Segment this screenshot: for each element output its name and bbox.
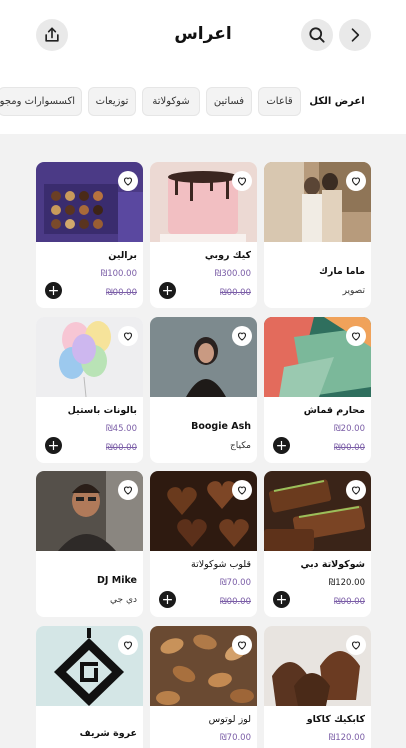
heart-icon	[351, 332, 361, 341]
search-icon	[309, 27, 325, 43]
product-name: لوز لوتوس	[208, 714, 251, 725]
category-filter-bar: اعرض الكل قاعات فساتين شوكولاتة توزيعات …	[0, 70, 406, 134]
filter-chip-giveaways[interactable]: توزيعات	[88, 87, 136, 116]
favorite-button[interactable]	[118, 480, 138, 500]
heart-icon	[237, 177, 247, 186]
add-to-cart-button[interactable]: +	[45, 437, 62, 454]
product-name: ماما مارك	[319, 266, 365, 277]
add-to-cart-button[interactable]: +	[159, 591, 176, 608]
add-to-cart-button[interactable]: +	[273, 437, 290, 454]
favorite-button[interactable]	[232, 480, 252, 500]
product-name: كابكيك كاكاو	[306, 714, 365, 725]
add-to-cart-button[interactable]: +	[159, 282, 176, 299]
product-price: ₪45.00	[106, 424, 137, 434]
favorite-button[interactable]	[232, 635, 252, 655]
filter-chip-chocolate[interactable]: شوكولاتة	[142, 87, 200, 116]
favorite-button[interactable]	[232, 171, 252, 191]
product-card[interactable]: شوكولاتة دبي ₪120.00 ₪00.00 +	[264, 471, 371, 617]
product-card[interactable]: ماما مارك تصوير	[264, 162, 371, 308]
favorite-button[interactable]	[346, 171, 366, 191]
product-price: ₪20.00	[334, 424, 365, 434]
product-name: Boogie Ash	[191, 421, 251, 432]
product-card[interactable]: برالين ₪100.00 ₪00.00 +	[36, 162, 143, 308]
product-name: DJ Mike	[97, 575, 137, 586]
product-old-price: ₪00.00	[106, 443, 137, 453]
product-name: عروة شريف	[79, 728, 137, 739]
favorite-button[interactable]	[118, 635, 138, 655]
favorite-button[interactable]	[118, 171, 138, 191]
product-old-price: ₪00.00	[220, 597, 251, 607]
product-price: ₪70.00	[220, 733, 251, 743]
heart-icon	[123, 177, 133, 186]
favorite-button[interactable]	[346, 326, 366, 346]
product-price: ₪120.00	[328, 733, 365, 743]
product-old-price: ₪00.00	[220, 288, 251, 298]
product-card[interactable]: Boogie Ash مكياج	[150, 317, 257, 463]
product-name: بالونات باستيل	[67, 405, 137, 416]
heart-icon	[237, 332, 247, 341]
product-name: شوكولاتة دبي	[300, 559, 365, 570]
heart-icon	[351, 486, 361, 495]
filter-chip-accessories[interactable]: اكسسوارات ومجوهرات	[0, 87, 82, 116]
add-to-cart-button[interactable]: +	[45, 282, 62, 299]
product-price: ₪70.00	[220, 578, 251, 588]
product-name: محارم قماش	[303, 405, 365, 416]
chevron-right-icon	[351, 28, 360, 42]
product-card[interactable]: بالونات باستيل ₪45.00 ₪00.00 +	[36, 317, 143, 463]
heart-icon	[123, 641, 133, 650]
product-price: ₪100.00	[100, 269, 137, 279]
product-card[interactable]: لوز لوتوس ₪70.00	[150, 626, 257, 748]
product-card[interactable]: عروة شريف	[36, 626, 143, 748]
search-button[interactable]	[301, 19, 333, 51]
favorite-button[interactable]	[346, 480, 366, 500]
heart-icon	[237, 486, 247, 495]
add-to-cart-button[interactable]: +	[273, 591, 290, 608]
product-old-price: ₪00.00	[334, 597, 365, 607]
favorite-button[interactable]	[232, 326, 252, 346]
product-name: كيك روبي	[204, 250, 251, 261]
product-card[interactable]: كابكيك كاكاو ₪120.00	[264, 626, 371, 748]
product-name: قلوب شوكولاتة	[190, 559, 251, 570]
product-card[interactable]: محارم قماش ₪20.00 ₪00.00 +	[264, 317, 371, 463]
product-old-price: ₪00.00	[334, 443, 365, 453]
filter-chip-all[interactable]: اعرض الكل	[308, 87, 366, 116]
heart-icon	[351, 177, 361, 186]
product-category: مكياج	[229, 441, 251, 451]
product-category: تصوير	[342, 286, 365, 296]
product-card[interactable]: DJ Mike دي جي	[36, 471, 143, 617]
heart-icon	[237, 641, 247, 650]
app-header: اعراس	[0, 0, 406, 70]
favorite-button[interactable]	[346, 635, 366, 655]
heart-icon	[123, 486, 133, 495]
heart-icon	[123, 332, 133, 341]
back-button[interactable]	[339, 19, 371, 51]
product-price: ₪300.00	[214, 269, 251, 279]
product-category: دي جي	[110, 595, 137, 605]
product-old-price: ₪00.00	[106, 288, 137, 298]
filter-chip-dresses[interactable]: فساتين	[206, 87, 252, 116]
heart-icon	[351, 641, 361, 650]
product-card[interactable]: كيك روبي ₪300.00 ₪00.00 +	[150, 162, 257, 308]
favorite-button[interactable]	[118, 326, 138, 346]
product-name: برالين	[108, 250, 137, 261]
product-card[interactable]: قلوب شوكولاتة ₪70.00 ₪00.00 +	[150, 471, 257, 617]
product-price: ₪120.00	[328, 578, 365, 588]
filter-chip-halls[interactable]: قاعات	[258, 87, 301, 116]
product-grid: ماما مارك تصوير كيك روبي ₪300.00 ₪00.00 …	[0, 134, 406, 748]
